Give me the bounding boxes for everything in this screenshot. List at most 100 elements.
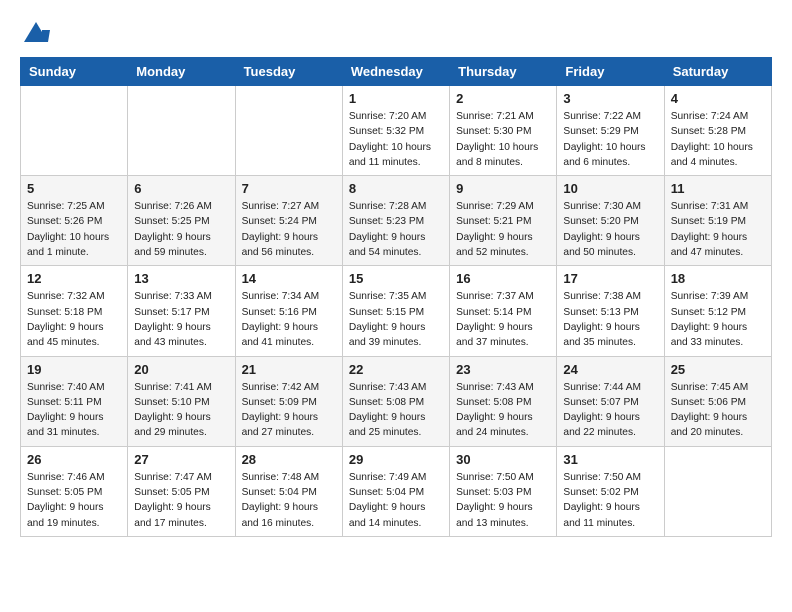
day-number: 20	[134, 362, 228, 377]
calendar-cell: 10 Sunrise: 7:30 AMSunset: 5:20 PMDayligh…	[557, 176, 664, 266]
calendar-cell: 19 Sunrise: 7:40 AMSunset: 5:11 PMDayligh…	[21, 356, 128, 446]
day-info: Sunrise: 7:25 AMSunset: 5:26 PMDaylight:…	[27, 199, 121, 260]
day-info: Sunrise: 7:21 AMSunset: 5:30 PMDaylight:…	[456, 109, 550, 170]
day-info: Sunrise: 7:28 AMSunset: 5:23 PMDaylight:…	[349, 199, 443, 260]
calendar-cell: 21 Sunrise: 7:42 AMSunset: 5:09 PMDayligh…	[235, 356, 342, 446]
calendar-cell: 27 Sunrise: 7:47 AMSunset: 5:05 PMDayligh…	[128, 446, 235, 536]
calendar-cell: 31 Sunrise: 7:50 AMSunset: 5:02 PMDayligh…	[557, 446, 664, 536]
logo-text	[20, 20, 50, 53]
day-info: Sunrise: 7:43 AMSunset: 5:08 PMDaylight:…	[456, 380, 550, 441]
calendar-cell: 25Sunrise: 7:45 AMSunset: 5:06 PMDayligh…	[664, 356, 771, 446]
calendar-cell	[664, 446, 771, 536]
calendar-cell: 4 Sunrise: 7:24 AMSunset: 5:28 PMDaylight…	[664, 86, 771, 176]
day-number: 4	[671, 91, 765, 106]
day-info: Sunrise: 7:48 AMSunset: 5:04 PMDaylight:…	[242, 470, 336, 531]
day-info: Sunrise: 7:24 AMSunset: 5:28 PMDaylight:…	[671, 109, 765, 170]
calendar-cell: 16Sunrise: 7:37 AMSunset: 5:14 PMDayligh…	[450, 266, 557, 356]
day-number: 28	[242, 452, 336, 467]
calendar-cell: 9 Sunrise: 7:29 AMSunset: 5:21 PMDaylight…	[450, 176, 557, 266]
day-info: Sunrise: 7:45 AMSunset: 5:06 PMDaylight:…	[671, 380, 765, 441]
day-number: 18	[671, 271, 765, 286]
day-number: 19	[27, 362, 121, 377]
day-number: 10	[563, 181, 657, 196]
calendar-cell: 18 Sunrise: 7:39 AMSunset: 5:12 PMDayligh…	[664, 266, 771, 356]
day-number: 21	[242, 362, 336, 377]
calendar-cell: 5 Sunrise: 7:25 AMSunset: 5:26 PMDaylight…	[21, 176, 128, 266]
day-info: Sunrise: 7:26 AMSunset: 5:25 PMDaylight:…	[134, 199, 228, 260]
day-number: 13	[134, 271, 228, 286]
calendar-cell: 2 Sunrise: 7:21 AMSunset: 5:30 PMDaylight…	[450, 86, 557, 176]
day-number: 3	[563, 91, 657, 106]
calendar-header-row: SundayMondayTuesdayWednesdayThursdayFrid…	[21, 58, 772, 86]
calendar-cell	[21, 86, 128, 176]
calendar-cell: 24 Sunrise: 7:44 AMSunset: 5:07 PMDayligh…	[557, 356, 664, 446]
day-info: Sunrise: 7:35 AMSunset: 5:15 PMDaylight:…	[349, 289, 443, 350]
calendar-week-row: 5 Sunrise: 7:25 AMSunset: 5:26 PMDaylight…	[21, 176, 772, 266]
day-info: Sunrise: 7:50 AMSunset: 5:03 PMDaylight:…	[456, 470, 550, 531]
calendar-cell: 26Sunrise: 7:46 AMSunset: 5:05 PMDayligh…	[21, 446, 128, 536]
day-number: 30	[456, 452, 550, 467]
day-number: 11	[671, 181, 765, 196]
day-number: 14	[242, 271, 336, 286]
day-number: 31	[563, 452, 657, 467]
day-number: 1	[349, 91, 443, 106]
day-number: 8	[349, 181, 443, 196]
page-header	[20, 20, 772, 53]
day-number: 17	[563, 271, 657, 286]
calendar-cell: 1Sunrise: 7:20 AMSunset: 5:32 PMDaylight…	[342, 86, 449, 176]
calendar-cell: 3 Sunrise: 7:22 AMSunset: 5:29 PMDaylight…	[557, 86, 664, 176]
day-info: Sunrise: 7:44 AMSunset: 5:07 PMDaylight:…	[563, 380, 657, 441]
weekday-header: Thursday	[450, 58, 557, 86]
day-number: 6	[134, 181, 228, 196]
day-info: Sunrise: 7:40 AMSunset: 5:11 PMDaylight:…	[27, 380, 121, 441]
calendar-cell	[235, 86, 342, 176]
day-number: 23	[456, 362, 550, 377]
day-number: 26	[27, 452, 121, 467]
day-info: Sunrise: 7:29 AMSunset: 5:21 PMDaylight:…	[456, 199, 550, 260]
day-number: 2	[456, 91, 550, 106]
calendar-week-row: 12 Sunrise: 7:32 AMSunset: 5:18 PMDayligh…	[21, 266, 772, 356]
weekday-header: Sunday	[21, 58, 128, 86]
calendar-cell: 7Sunrise: 7:27 AMSunset: 5:24 PMDaylight…	[235, 176, 342, 266]
calendar-cell	[128, 86, 235, 176]
day-number: 27	[134, 452, 228, 467]
calendar-cell: 28 Sunrise: 7:48 AMSunset: 5:04 PMDayligh…	[235, 446, 342, 536]
weekday-header: Monday	[128, 58, 235, 86]
calendar-cell: 15 Sunrise: 7:35 AMSunset: 5:15 PMDayligh…	[342, 266, 449, 356]
day-info: Sunrise: 7:43 AMSunset: 5:08 PMDaylight:…	[349, 380, 443, 441]
calendar-cell: 22Sunrise: 7:43 AMSunset: 5:08 PMDayligh…	[342, 356, 449, 446]
calendar-cell: 30 Sunrise: 7:50 AMSunset: 5:03 PMDayligh…	[450, 446, 557, 536]
day-info: Sunrise: 7:42 AMSunset: 5:09 PMDaylight:…	[242, 380, 336, 441]
day-info: Sunrise: 7:47 AMSunset: 5:05 PMDaylight:…	[134, 470, 228, 531]
calendar-week-row: 19 Sunrise: 7:40 AMSunset: 5:11 PMDayligh…	[21, 356, 772, 446]
calendar-week-row: 26Sunrise: 7:46 AMSunset: 5:05 PMDayligh…	[21, 446, 772, 536]
calendar-week-row: 1Sunrise: 7:20 AMSunset: 5:32 PMDaylight…	[21, 86, 772, 176]
calendar-cell: 20 Sunrise: 7:41 AMSunset: 5:10 PMDayligh…	[128, 356, 235, 446]
weekday-header: Friday	[557, 58, 664, 86]
logo-icon	[22, 20, 50, 48]
day-number: 24	[563, 362, 657, 377]
day-info: Sunrise: 7:49 AMSunset: 5:04 PMDaylight:…	[349, 470, 443, 531]
day-info: Sunrise: 7:22 AMSunset: 5:29 PMDaylight:…	[563, 109, 657, 170]
day-info: Sunrise: 7:27 AMSunset: 5:24 PMDaylight:…	[242, 199, 336, 260]
day-info: Sunrise: 7:32 AMSunset: 5:18 PMDaylight:…	[27, 289, 121, 350]
weekday-header: Wednesday	[342, 58, 449, 86]
day-info: Sunrise: 7:30 AMSunset: 5:20 PMDaylight:…	[563, 199, 657, 260]
day-info: Sunrise: 7:39 AMSunset: 5:12 PMDaylight:…	[671, 289, 765, 350]
calendar-cell: 23 Sunrise: 7:43 AMSunset: 5:08 PMDayligh…	[450, 356, 557, 446]
day-number: 9	[456, 181, 550, 196]
logo	[20, 20, 50, 53]
day-info: Sunrise: 7:31 AMSunset: 5:19 PMDaylight:…	[671, 199, 765, 260]
calendar-cell: 11 Sunrise: 7:31 AMSunset: 5:19 PMDayligh…	[664, 176, 771, 266]
day-number: 15	[349, 271, 443, 286]
day-info: Sunrise: 7:50 AMSunset: 5:02 PMDaylight:…	[563, 470, 657, 531]
calendar-cell: 8 Sunrise: 7:28 AMSunset: 5:23 PMDaylight…	[342, 176, 449, 266]
day-info: Sunrise: 7:41 AMSunset: 5:10 PMDaylight:…	[134, 380, 228, 441]
day-number: 12	[27, 271, 121, 286]
day-info: Sunrise: 7:33 AMSunset: 5:17 PMDaylight:…	[134, 289, 228, 350]
calendar-cell: 14 Sunrise: 7:34 AMSunset: 5:16 PMDayligh…	[235, 266, 342, 356]
calendar-cell: 29Sunrise: 7:49 AMSunset: 5:04 PMDayligh…	[342, 446, 449, 536]
day-info: Sunrise: 7:34 AMSunset: 5:16 PMDaylight:…	[242, 289, 336, 350]
day-number: 5	[27, 181, 121, 196]
calendar-cell: 17Sunrise: 7:38 AMSunset: 5:13 PMDayligh…	[557, 266, 664, 356]
